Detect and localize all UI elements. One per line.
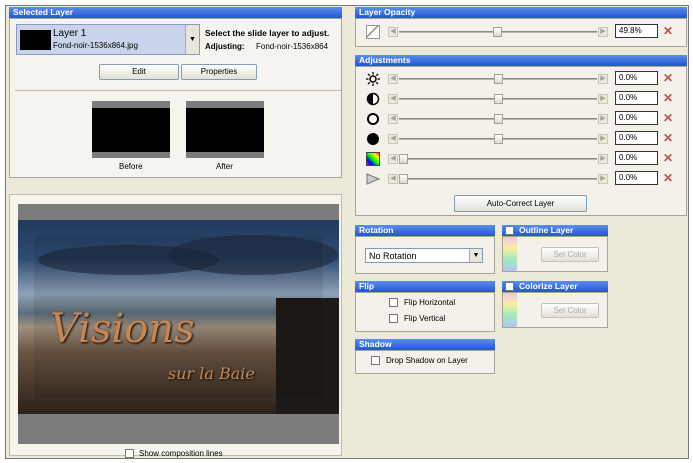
slider-thumb[interactable] [493, 134, 503, 144]
drop-shadow-checkbox[interactable] [371, 356, 380, 365]
colorize-layer-header: Colorize Layer [502, 281, 608, 292]
sharpen-icon [366, 172, 381, 186]
slider-left-arrow-icon[interactable]: ◀ [388, 27, 398, 37]
flip-vertical-label: Flip Vertical [404, 314, 446, 323]
black-point-icon [366, 132, 380, 146]
shadow-header: Shadow [355, 339, 495, 350]
flip-vertical-checkbox[interactable] [389, 314, 398, 323]
dark-overlay [34, 236, 323, 398]
adjustment-slider[interactable]: ◀ ▶ [388, 94, 608, 104]
adjustment-reset-icon[interactable]: ✕ [662, 72, 674, 84]
outline-layer-checkbox[interactable] [505, 226, 514, 235]
before-thumbnail [92, 101, 170, 158]
slider-left-arrow-icon[interactable]: ◀ [388, 174, 398, 184]
slider-right-arrow-icon[interactable]: ▶ [598, 114, 608, 124]
adjustment-value-field[interactable]: 0.0% [615, 71, 658, 85]
outline-layer-label: Outline Layer [519, 225, 574, 235]
show-composition-checkbox[interactable] [125, 449, 134, 458]
selected-layer-header: Selected Layer [9, 7, 342, 18]
colorize-set-color-button[interactable]: Set Color [541, 303, 599, 318]
layer-dropdown-arrow-icon[interactable]: ▼ [185, 25, 199, 54]
slider-right-arrow-icon[interactable]: ▶ [598, 74, 608, 84]
adjustment-slider[interactable]: ◀ ▶ [388, 74, 608, 84]
opacity-reset-icon[interactable]: ✕ [662, 25, 674, 37]
slider-right-arrow-icon[interactable]: ▶ [598, 94, 608, 104]
layer-thumbnail [20, 30, 51, 50]
adjustment-value-field[interactable]: 0.0% [615, 171, 658, 185]
adjustment-reset-icon[interactable]: ✕ [662, 132, 674, 144]
show-composition-label: Show composition lines [139, 449, 223, 458]
white-point-icon [366, 112, 380, 126]
slider-right-arrow-icon[interactable]: ▶ [598, 134, 608, 144]
preview-image: Visions sur la Baie [18, 220, 339, 414]
slider-right-arrow-icon[interactable]: ▶ [598, 174, 608, 184]
slider-thumb[interactable] [493, 74, 503, 84]
rotation-header: Rotation [355, 225, 495, 236]
adjustment-slider[interactable]: ◀ ▶ [388, 154, 608, 164]
slider-thumb[interactable] [493, 94, 503, 104]
adjustment-value-field[interactable]: 0.0% [615, 131, 658, 145]
separator [15, 90, 341, 91]
contrast-icon [366, 92, 380, 106]
slider-track [399, 178, 597, 180]
outline-layer-header: Outline Layer [502, 225, 608, 236]
adjustment-value-field[interactable]: 0.0% [615, 151, 658, 165]
slider-left-arrow-icon[interactable]: ◀ [388, 74, 398, 84]
slider-right-arrow-icon[interactable]: ▶ [598, 27, 608, 37]
layer-name: Layer 1 [53, 28, 87, 39]
outline-color-swatch [503, 237, 517, 271]
adjustment-reset-icon[interactable]: ✕ [662, 152, 674, 164]
after-thumbnail [186, 101, 264, 158]
adjustment-reset-icon[interactable]: ✕ [662, 112, 674, 124]
rotation-dropdown-icon[interactable]: ▼ [469, 249, 482, 262]
slider-right-arrow-icon[interactable]: ▶ [598, 154, 608, 164]
brightness-icon [366, 72, 380, 86]
slider-left-arrow-icon[interactable]: ◀ [388, 134, 398, 144]
adjustment-slider[interactable]: ◀ ▶ [388, 134, 608, 144]
adjustment-reset-icon[interactable]: ✕ [662, 92, 674, 104]
adjustments-header: Adjustments [355, 55, 687, 66]
adjustment-reset-icon[interactable]: ✕ [662, 172, 674, 184]
adjustment-slider[interactable]: ◀ ▶ [388, 114, 608, 124]
layer-opacity-header: Layer Opacity [355, 7, 687, 18]
drop-shadow-label: Drop Shadow on Layer [386, 356, 468, 365]
outline-set-color-button[interactable]: Set Color [541, 247, 599, 262]
slider-thumb[interactable] [399, 174, 408, 184]
adjusting-label: Adjusting: [205, 42, 245, 51]
hue-icon [366, 152, 380, 166]
slider-thumb[interactable] [493, 114, 503, 124]
rotation-select[interactable]: No Rotation ▼ [365, 248, 483, 263]
slider-thumb[interactable] [399, 154, 408, 164]
before-label: Before [119, 162, 143, 171]
slider-track [399, 158, 597, 160]
opacity-value-field[interactable]: 49.8% [615, 24, 658, 38]
adjustment-value-field[interactable]: 0.0% [615, 91, 658, 105]
adjusting-value: Fond-noir-1536x864 [256, 42, 329, 51]
slider-left-arrow-icon[interactable]: ◀ [388, 114, 398, 124]
edit-button[interactable]: Edit [99, 64, 179, 80]
flip-header: Flip [355, 281, 495, 292]
colorize-layer-label: Colorize Layer [519, 281, 578, 291]
instruction-text: Select the slide layer to adjust. [205, 28, 330, 38]
adjustment-slider[interactable]: ◀ ▶ [388, 174, 608, 184]
slider-left-arrow-icon[interactable]: ◀ [388, 154, 398, 164]
opacity-icon [366, 25, 380, 39]
flip-horizontal-label: Flip Horizontal [404, 298, 456, 307]
auto-correct-button[interactable]: Auto-Correct Layer [454, 195, 587, 212]
rotation-selected: No Rotation [369, 251, 417, 261]
layer-selector[interactable]: Layer 1 Fond-noir-1536x864.jpg ▼ [16, 24, 200, 55]
slider-thumb[interactable] [493, 27, 503, 37]
colorize-color-swatch [503, 293, 517, 327]
properties-button[interactable]: Properties [181, 64, 257, 80]
flip-horizontal-checkbox[interactable] [389, 298, 398, 307]
after-label: After [216, 162, 233, 171]
colorize-layer-checkbox[interactable] [505, 282, 514, 291]
slider-left-arrow-icon[interactable]: ◀ [388, 94, 398, 104]
layer-file: Fond-noir-1536x864.jpg [53, 41, 138, 50]
opacity-slider[interactable]: ◀ ▶ [388, 27, 608, 37]
adjustment-value-field[interactable]: 0.0% [615, 111, 658, 125]
